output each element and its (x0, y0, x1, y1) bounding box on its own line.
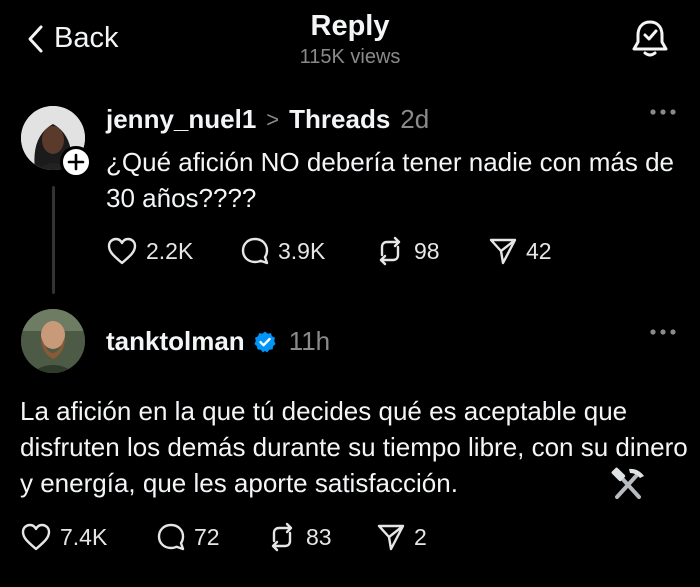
post-time: 2d (400, 104, 430, 134)
comment-button[interactable]: 72 (156, 522, 266, 552)
more-options-icon[interactable] (650, 108, 676, 116)
comment-button[interactable]: 3.9K (240, 236, 374, 266)
post-actions: 7.4K 72 83 2 (20, 522, 427, 552)
repost-button[interactable]: 83 (266, 522, 376, 552)
like-count: 7.4K (60, 523, 108, 550)
repost-icon (266, 522, 298, 552)
thread-connector (52, 186, 55, 294)
heart-icon (20, 522, 52, 552)
comment-count: 72 (194, 523, 220, 550)
view-count: 115K views (299, 46, 401, 68)
breadcrumb-separator: > (266, 106, 280, 132)
send-icon (376, 522, 406, 552)
comment-count: 3.9K (278, 237, 326, 264)
more-options-icon[interactable] (650, 328, 676, 336)
repost-icon (374, 236, 406, 266)
avatar[interactable] (21, 309, 85, 373)
comment-icon (156, 522, 186, 552)
post-text: ¿Qué afición NO debería tener nadie con … (106, 147, 674, 213)
post-header: jenny_nuel1 > Threads 2d (106, 104, 429, 135)
like-button[interactable]: 7.4K (20, 522, 156, 552)
repost-button[interactable]: 98 (374, 236, 488, 266)
share-button[interactable]: 2 (376, 522, 427, 552)
username[interactable]: jenny_nuel1 (106, 104, 256, 135)
share-count: 2 (414, 523, 427, 550)
share-count: 42 (526, 237, 552, 264)
hammer-pick-icon (610, 466, 646, 502)
heart-icon (106, 236, 138, 266)
page-title: Reply (310, 10, 390, 42)
comment-icon (240, 236, 270, 266)
repost-count: 98 (414, 237, 440, 264)
like-button[interactable]: 2.2K (106, 236, 240, 266)
post-header: tanktolman 11h (106, 326, 330, 357)
like-count: 2.2K (146, 237, 194, 264)
repost-count: 83 (306, 523, 332, 550)
channel-name[interactable]: Threads (289, 104, 390, 135)
share-button[interactable]: 42 (488, 236, 552, 266)
post-time: 11h (288, 326, 331, 356)
post-text: La afición en la que tú decides qué es a… (20, 396, 688, 498)
send-icon (488, 236, 518, 266)
verified-badge-icon (253, 330, 277, 354)
notification-bell-icon[interactable] (628, 16, 672, 60)
username[interactable]: tanktolman (106, 326, 245, 357)
post-actions: 2.2K 3.9K 98 42 (106, 236, 552, 266)
follow-plus-icon[interactable] (60, 146, 92, 178)
